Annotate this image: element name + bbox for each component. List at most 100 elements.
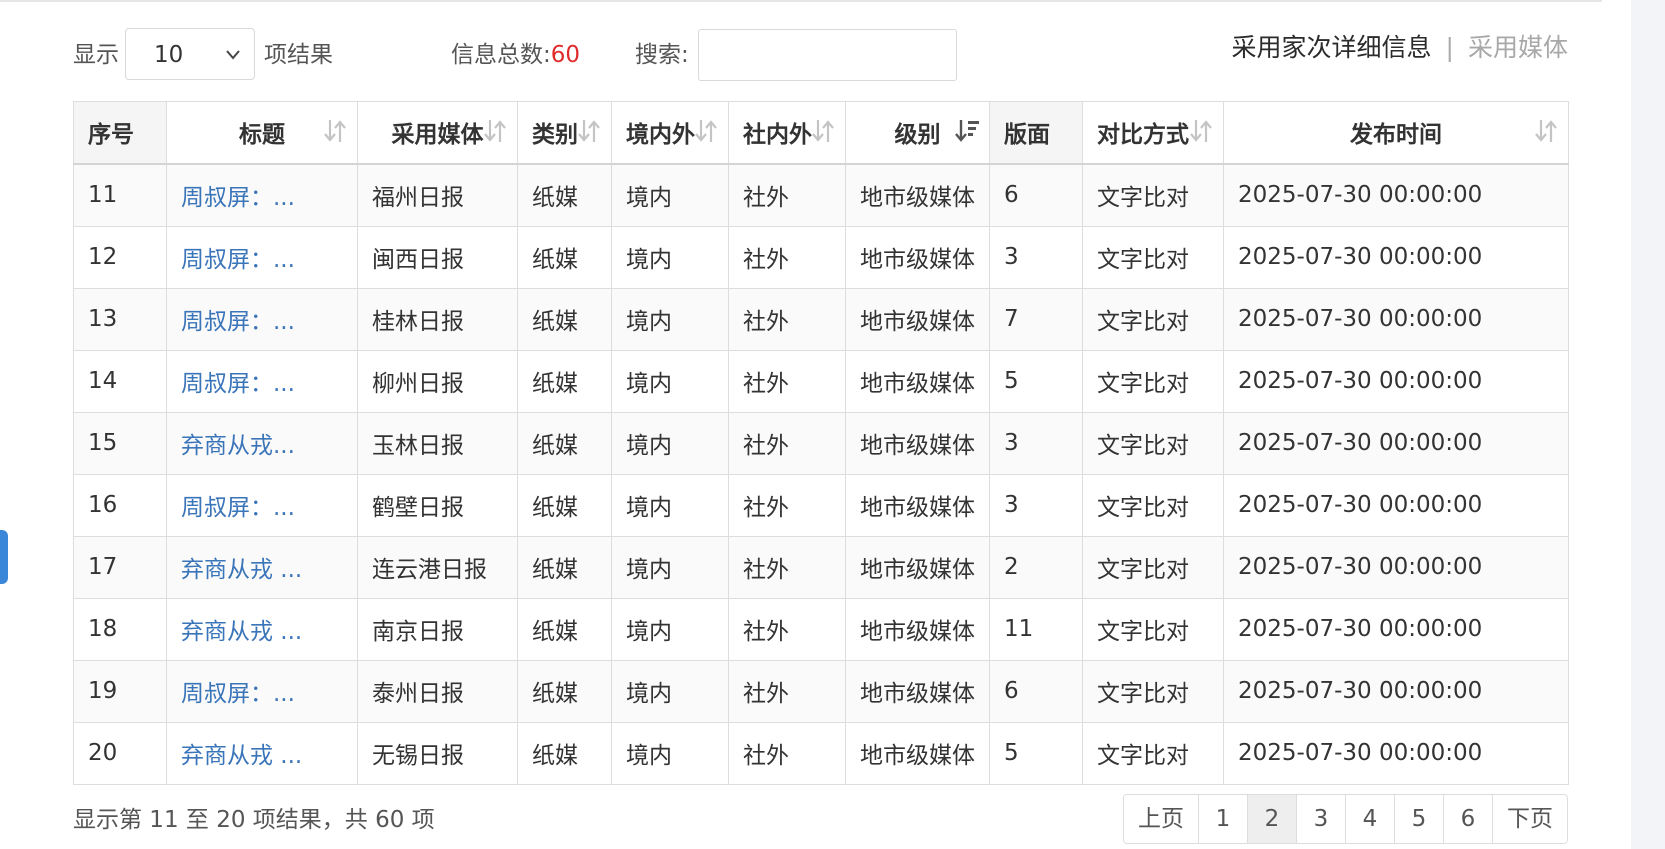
- page-length-value: 10: [154, 42, 184, 68]
- chevron-down-icon: [222, 29, 244, 81]
- cell-compare: 文字比对: [1082, 473, 1224, 537]
- cell-index: 17: [73, 535, 167, 599]
- prev-page-button[interactable]: 上页: [1124, 795, 1198, 843]
- cell-level: 地市级媒体: [845, 535, 990, 599]
- cell-media: 无锡日报: [357, 721, 518, 785]
- cell-category: 纸媒: [517, 473, 612, 537]
- header-label: 发布时间: [1350, 122, 1442, 149]
- cell-category: 纸媒: [517, 411, 612, 475]
- title-link[interactable]: 周叔屏：...: [181, 309, 295, 335]
- cell-publish-time: 2025-07-30 00:00:00: [1223, 225, 1569, 289]
- cell-media: 泰州日报: [357, 659, 518, 723]
- title-link[interactable]: 弃商从戎 ...: [181, 557, 302, 583]
- header-level[interactable]: 级别: [845, 101, 990, 165]
- tab-media[interactable]: 采用媒体: [1468, 33, 1568, 62]
- cell-internal: 社外: [728, 597, 846, 661]
- cell-title[interactable]: 周叔屏：...: [166, 349, 358, 413]
- search-input[interactable]: [698, 29, 957, 81]
- table-controls: 显示 10 项结果 信息总数:60 搜索: 采用家次详细信息 | 采用媒体: [73, 28, 1568, 84]
- cell-level: 地市级媒体: [845, 225, 990, 289]
- cell-media: 柳州日报: [357, 349, 518, 413]
- header-publish-time[interactable]: 发布时间: [1223, 101, 1569, 165]
- cell-title[interactable]: 周叔屏：...: [166, 287, 358, 351]
- page-length-select[interactable]: 10: [125, 28, 255, 80]
- header-media[interactable]: 采用媒体: [357, 101, 518, 165]
- sort-both-icon: [481, 116, 509, 146]
- cell-page: 2: [989, 535, 1083, 599]
- cell-domestic: 境内: [611, 473, 729, 537]
- title-link[interactable]: 周叔屏：...: [181, 681, 295, 707]
- page-button-2[interactable]: 2: [1247, 795, 1296, 843]
- cell-index: 18: [73, 597, 167, 661]
- cell-publish-time: 2025-07-30 00:00:00: [1223, 597, 1569, 661]
- header-page[interactable]: 版面: [989, 101, 1083, 165]
- header-label: 版面: [1004, 122, 1050, 149]
- page-button-5[interactable]: 5: [1394, 795, 1443, 843]
- cell-domestic: 境内: [611, 597, 729, 661]
- header-domestic[interactable]: 境内外: [611, 101, 729, 165]
- sort-both-icon: [1532, 116, 1560, 146]
- table-row: 11 周叔屏：... 福州日报 纸媒 境内 社外 地市级媒体 6 文字比对 2025-07-30 …: [73, 163, 1569, 227]
- cell-level: 地市级媒体: [845, 287, 990, 351]
- cell-title[interactable]: 弃商从戎 ...: [166, 535, 358, 599]
- right-scroll-gutter[interactable]: [1631, 0, 1665, 849]
- cell-media: 桂林日报: [357, 287, 518, 351]
- cell-category: 纸媒: [517, 659, 612, 723]
- page-button-4[interactable]: 4: [1345, 795, 1394, 843]
- top-divider: [0, 0, 1602, 2]
- header-internal[interactable]: 社内外: [728, 101, 846, 165]
- cell-compare: 文字比对: [1082, 411, 1224, 475]
- cell-title[interactable]: 周叔屏：...: [166, 225, 358, 289]
- cell-index: 20: [73, 721, 167, 785]
- cell-page: 3: [989, 411, 1083, 475]
- header-label: 序号: [88, 122, 134, 149]
- cell-internal: 社外: [728, 721, 846, 785]
- page-button-3[interactable]: 3: [1296, 795, 1345, 843]
- total-count: 60: [550, 42, 581, 68]
- cell-internal: 社外: [728, 349, 846, 413]
- cell-publish-time: 2025-07-30 00:00:00: [1223, 659, 1569, 723]
- cell-publish-time: 2025-07-30 00:00:00: [1223, 411, 1569, 475]
- cell-internal: 社外: [728, 535, 846, 599]
- cell-title[interactable]: 周叔屏：...: [166, 659, 358, 723]
- header-title[interactable]: 标题: [166, 101, 358, 165]
- cell-title[interactable]: 弃商从戎...: [166, 411, 358, 475]
- tab-separator: |: [1445, 33, 1454, 62]
- title-link[interactable]: 弃商从戎...: [181, 433, 295, 459]
- table-row: 17 弃商从戎 ... 连云港日报 纸媒 境内 社外 地市级媒体 2 文字比对 2025-07-3…: [73, 535, 1569, 599]
- header-compare[interactable]: 对比方式: [1082, 101, 1224, 165]
- title-link[interactable]: 周叔屏：...: [181, 495, 295, 521]
- header-category[interactable]: 类别: [517, 101, 612, 165]
- sort-both-icon: [575, 116, 603, 146]
- cell-title[interactable]: 弃商从戎 ...: [166, 597, 358, 661]
- title-link[interactable]: 周叔屏：...: [181, 371, 295, 397]
- cell-index: 15: [73, 411, 167, 475]
- page-button-1[interactable]: 1: [1198, 795, 1247, 843]
- cell-level: 地市级媒体: [845, 163, 990, 227]
- cell-compare: 文字比对: [1082, 163, 1224, 227]
- cell-title[interactable]: 弃商从戎 ...: [166, 721, 358, 785]
- tab-detail-info[interactable]: 采用家次详细信息: [1232, 33, 1432, 62]
- header-index[interactable]: 序号: [73, 101, 167, 165]
- cell-title[interactable]: 周叔屏：...: [166, 473, 358, 537]
- next-page-button[interactable]: 下页: [1492, 795, 1567, 843]
- cell-media: 鹤壁日报: [357, 473, 518, 537]
- cell-index: 19: [73, 659, 167, 723]
- cell-title[interactable]: 周叔屏：...: [166, 163, 358, 227]
- title-link[interactable]: 弃商从戎 ...: [181, 743, 302, 769]
- cell-domestic: 境内: [611, 411, 729, 475]
- pagination: 上页 1 2 3 4 5 6 下页: [1123, 794, 1568, 844]
- cell-publish-time: 2025-07-30 00:00:00: [1223, 535, 1569, 599]
- cell-level: 地市级媒体: [845, 411, 990, 475]
- cell-page: 5: [989, 349, 1083, 413]
- title-link[interactable]: 周叔屏：...: [181, 185, 295, 211]
- cell-index: 16: [73, 473, 167, 537]
- title-link[interactable]: 弃商从戎 ...: [181, 619, 302, 645]
- page-button-6[interactable]: 6: [1443, 795, 1492, 843]
- table-body: 11 周叔屏：... 福州日报 纸媒 境内 社外 地市级媒体 6 文字比对 2025-07-30 …: [73, 163, 1569, 785]
- cell-level: 地市级媒体: [845, 473, 990, 537]
- title-link[interactable]: 周叔屏：...: [181, 247, 295, 273]
- side-floating-tab[interactable]: [0, 530, 8, 584]
- view-tabs: 采用家次详细信息 | 采用媒体: [1232, 28, 1568, 68]
- cell-domestic: 境内: [611, 721, 729, 785]
